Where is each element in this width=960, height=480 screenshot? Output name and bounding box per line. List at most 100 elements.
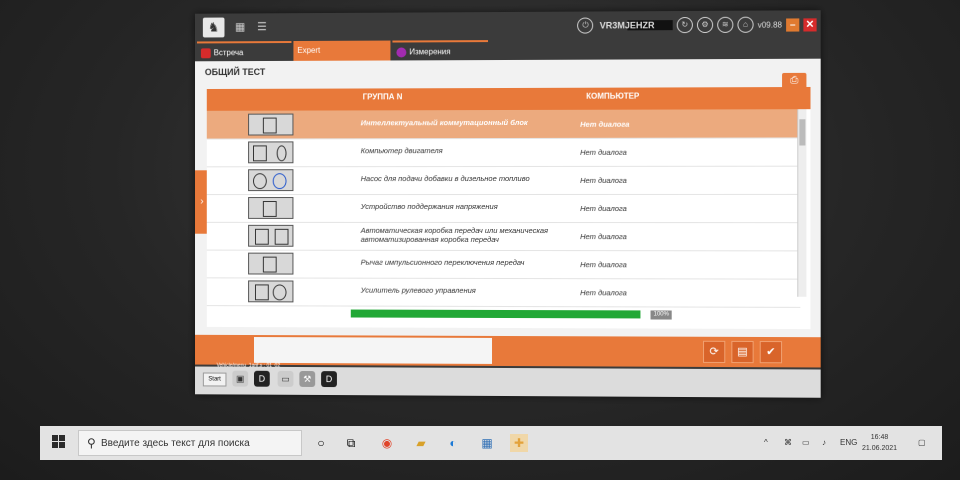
chrome-icon[interactable]: ◉: [378, 434, 396, 452]
calculator-icon[interactable]: ▦: [478, 434, 496, 452]
row-status: Нет диалога: [580, 175, 627, 185]
settings-icon[interactable]: ⚙: [696, 16, 714, 34]
diag-app-icon[interactable]: ✚: [510, 434, 528, 452]
row-status: Нет диалога: [580, 260, 627, 270]
column-header-group: ГРУППА N: [362, 92, 403, 102]
main-content: ОБЩИЙ ТЕСТ ⎙ › ГРУППА N КОМПЬЮТЕР Интелл…: [195, 58, 821, 338]
row-status: Нет диалога: [580, 147, 627, 157]
row-name: Рычаг импульсионного переключения переда…: [360, 257, 525, 268]
tab-expert-label: Expert: [297, 45, 321, 55]
message-box: [254, 337, 493, 364]
chevron-right-icon: ›: [200, 196, 204, 207]
search-placeholder: Введите здесь текст для поиска: [101, 438, 250, 449]
report-button[interactable]: ▤: [731, 340, 754, 364]
table-row[interactable]: Компьютер двигателя Нет диалога: [206, 137, 801, 168]
tab-home[interactable]: Встреча: [196, 41, 292, 62]
row-name: Автоматическая коробка передач или механ…: [360, 225, 549, 244]
page-title: ОБЩИЙ ТЕСТ: [204, 66, 266, 78]
notification-icon[interactable]: ▢: [918, 438, 926, 447]
table-scrollbar[interactable]: [797, 109, 807, 297]
table-row[interactable]: Насос для подачи добавки в дизельное топ…: [206, 165, 801, 196]
row-name: Устройство поддержания напряжения: [360, 202, 498, 211]
diagbox-icon[interactable]: D: [254, 370, 270, 387]
home-icon: [200, 48, 211, 59]
confirm-button[interactable]: ✔: [759, 341, 783, 364]
close-button[interactable]: ✕: [803, 17, 817, 32]
row-name: Усилитель рулевого управления: [360, 285, 476, 295]
row-name: Интеллектуальный коммутационный блок: [360, 117, 528, 128]
wifi-icon[interactable]: ≋: [717, 16, 734, 33]
taskbar-clock[interactable]: 16:48 21.06.2021: [862, 432, 897, 454]
volume-icon[interactable]: ♪: [822, 438, 826, 447]
waveform-icon: [396, 47, 407, 58]
column-header-computer: КОМПЬЮТЕР: [586, 91, 640, 101]
tab-measurements[interactable]: Измерения: [392, 40, 489, 61]
progress-label: 100%: [650, 310, 673, 320]
windows-start-icon[interactable]: [52, 435, 66, 449]
tool-icon[interactable]: ⚒: [299, 370, 316, 387]
window-icon[interactable]: ▭: [277, 370, 294, 387]
table-row[interactable]: Рычаг импульсионного переключения переда…: [206, 249, 801, 280]
battery-icon[interactable]: ▭: [802, 438, 810, 447]
additive-pump-icon: [248, 169, 294, 192]
taskbar-search-box[interactable]: ⚲ Введите здесь текст для поиска: [78, 430, 302, 456]
steering-icon: [248, 280, 294, 303]
network-tray-icon[interactable]: ⌘: [784, 438, 792, 447]
network-icon[interactable]: ⌂: [737, 16, 754, 33]
inner-start-button[interactable]: Start: [202, 372, 227, 387]
engine-ecu-icon: [248, 141, 294, 164]
grid-icon[interactable]: ▦: [234, 21, 246, 33]
language-indicator[interactable]: ENG: [840, 438, 857, 447]
table-header: ГРУППА N КОМПЬЮТЕР: [206, 86, 811, 111]
refresh-icon: ⟳: [709, 345, 719, 358]
row-status: Нет диалога: [580, 119, 630, 129]
main-tabs: Встреча Expert Измерения: [195, 38, 821, 62]
tab-home-label: Встреча: [213, 48, 244, 58]
row-name: Компьютер двигателя: [360, 146, 443, 156]
version-label: v09.88: [757, 20, 783, 30]
voltage-module-icon: [248, 197, 294, 219]
folder-icon[interactable]: ▰: [412, 434, 430, 452]
clock-time: 16:48: [870, 434, 889, 441]
clock-date: 21.06.2021: [862, 445, 898, 452]
top-right-controls: ⏻ VR3MJEHZR ↻ ⚙ ≋ ⌂ v09.88 – ✕: [577, 14, 817, 35]
list-icon[interactable]: ☰: [256, 21, 268, 33]
diagnostic-app-window: ♞ ▦ ☰ ⏻ VR3MJEHZR ↻ ⚙ ≋ ⌂ v09.88 – ✕ Вст…: [195, 10, 821, 398]
tray-chevron-icon[interactable]: ^: [764, 438, 768, 447]
explorer-icon[interactable]: ▣: [232, 370, 249, 387]
windows-taskbar: ⚲ Введите здесь текст для поиска ○ ⧉ ◉ ▰…: [40, 426, 942, 460]
vin-display: VR3MJEHZR: [597, 20, 673, 31]
refresh-button[interactable]: ⟳: [703, 340, 726, 364]
table-row[interactable]: Усилитель рулевого управления Нет диалог…: [206, 277, 801, 308]
ecu-table: ГРУППА N КОМПЬЮТЕР Интеллектуальный комм…: [206, 86, 811, 330]
table-row[interactable]: Устройство поддержания напряжения Нет ди…: [206, 193, 801, 224]
table-row[interactable]: Интеллектуальный коммутационный блок Нет…: [206, 109, 801, 140]
search-icon: ⚲: [87, 436, 96, 450]
printer-icon: ⎙: [790, 74, 799, 87]
shift-lever-icon: [248, 252, 294, 275]
row-status: Нет диалога: [580, 232, 627, 242]
row-status: Нет диалога: [580, 288, 627, 298]
peugeot-logo-icon: ♞: [202, 17, 225, 38]
sync-icon[interactable]: ↻: [676, 16, 693, 34]
progress-track: [350, 309, 641, 319]
ecu-thumbnail-icon: [248, 113, 294, 136]
table-body: Интеллектуальный коммутационный блок Нет…: [206, 109, 801, 308]
edge-icon[interactable]: ◐: [444, 434, 462, 452]
row-name: Насос для подачи добавки в дизельное топ…: [360, 173, 530, 184]
row-status: Нет диалога: [580, 204, 627, 214]
tab-measurements-label: Измерения: [409, 47, 451, 57]
action-panel: Vehicle/menu_1grif.s : 01_02 ⟳ ▤ ✔: [195, 334, 821, 369]
report-icon: ▤: [737, 345, 748, 359]
checkmark-icon: ✔: [766, 346, 776, 359]
inner-taskbar: Start ▣ D ▭ ⚒ D: [195, 366, 821, 398]
tab-expert[interactable]: Expert: [293, 40, 391, 61]
scrollbar-thumb[interactable]: [799, 119, 806, 146]
gearbox-icon: [248, 224, 294, 247]
power-icon[interactable]: ⏻: [577, 17, 594, 34]
diagbox-icon-2[interactable]: D: [321, 371, 337, 388]
table-row[interactable]: Автоматическая коробка передач или механ…: [206, 221, 801, 252]
cortana-icon[interactable]: ○: [312, 434, 330, 452]
task-view-icon[interactable]: ⧉: [342, 434, 360, 452]
minimize-button[interactable]: –: [786, 17, 800, 32]
